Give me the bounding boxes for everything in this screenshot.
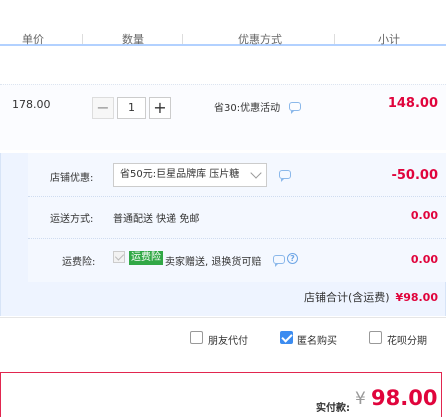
message-bubble-icon[interactable] bbox=[289, 102, 301, 114]
shipping-amount: 0.00 bbox=[410, 209, 438, 222]
installment-label[interactable]: 花呗分期 bbox=[387, 332, 427, 347]
item-promo: 省30:优惠活动 bbox=[214, 103, 281, 114]
shop-coupon-value: 省50元:巨星品牌库 压片糖 bbox=[120, 169, 240, 180]
quantity-decrease-button[interactable]: − bbox=[92, 97, 114, 119]
installment-checkbox[interactable] bbox=[369, 331, 382, 344]
payment-amount: 98.00 bbox=[371, 386, 438, 410]
shop-total-label: 店铺合计(含运费) bbox=[303, 291, 390, 304]
shop-total: 店铺合计(含运费) ¥98.00 bbox=[304, 289, 438, 305]
shop-coupon-label: 店铺优惠: bbox=[50, 173, 94, 184]
header-discount: 优惠方式 bbox=[238, 33, 282, 46]
friend-pay-checkbox[interactable] bbox=[190, 331, 203, 344]
header-divider bbox=[82, 34, 83, 44]
shop-coupon-select[interactable]: 省50元:巨星品牌库 压片糖 bbox=[113, 163, 267, 187]
header-divider bbox=[182, 34, 183, 44]
header-quantity: 数量 bbox=[122, 33, 144, 46]
quantity-increase-button[interactable]: + bbox=[149, 97, 171, 119]
anonymous-checkbox[interactable] bbox=[280, 331, 293, 344]
item-unit-price: 178.00 bbox=[12, 98, 51, 111]
help-icon[interactable]: ? bbox=[287, 253, 298, 264]
item-row bbox=[0, 84, 446, 150]
shipping-label: 运送方式: bbox=[50, 214, 94, 225]
shop-coupon-amount: -50.00 bbox=[391, 168, 438, 183]
header-subtotal: 小计 bbox=[378, 33, 400, 46]
quantity-input[interactable]: 1 bbox=[117, 97, 146, 119]
insurance-checkbox bbox=[113, 251, 125, 263]
message-bubble-icon[interactable] bbox=[273, 255, 285, 267]
insurance-amount: 0.00 bbox=[410, 253, 438, 266]
chevron-down-icon bbox=[250, 167, 262, 179]
friend-pay-label[interactable]: 朋友代付 bbox=[208, 332, 248, 347]
header-divider bbox=[334, 34, 335, 44]
header-unit-price: 单价 bbox=[22, 33, 44, 46]
item-subtotal: 148.00 bbox=[387, 96, 438, 111]
divider bbox=[28, 238, 446, 239]
payment-currency: ¥ bbox=[355, 389, 366, 409]
anonymous-label[interactable]: 匿名购买 bbox=[297, 332, 337, 347]
shop-total-value: ¥98.00 bbox=[395, 291, 438, 304]
shipping-method: 普通配送 快递 免邮 bbox=[113, 214, 200, 225]
divider bbox=[28, 196, 446, 197]
payment-label: 实付款: bbox=[316, 403, 350, 414]
insurance-tag: 运费险 bbox=[129, 251, 163, 265]
insurance-description: 卖家赠送, 退换货可赔 bbox=[165, 257, 262, 268]
insurance-label: 运费险: bbox=[62, 257, 96, 268]
message-bubble-icon[interactable] bbox=[279, 170, 291, 182]
